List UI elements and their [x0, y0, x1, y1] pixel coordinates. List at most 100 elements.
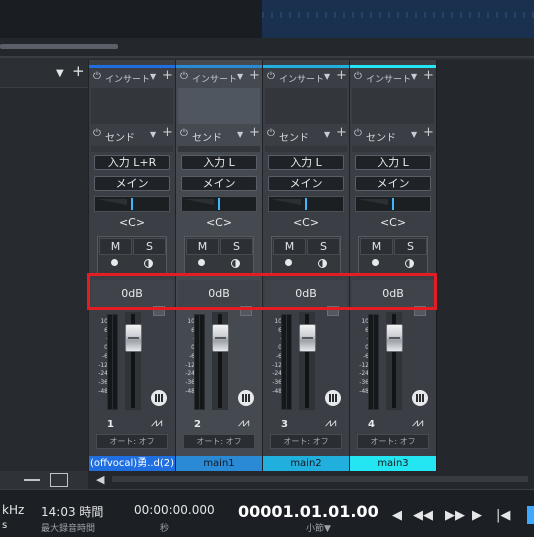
waveform-icon[interactable]: ⩘⩘ [238, 416, 249, 430]
output-selector[interactable]: メイン [355, 176, 431, 191]
send-slot-area[interactable] [178, 146, 260, 152]
record-arm-icon[interactable] [372, 259, 379, 266]
return-to-start-icon[interactable]: |◀ [496, 508, 510, 523]
send-label[interactable]: センド [192, 129, 222, 144]
plus-icon[interactable]: + [162, 68, 173, 83]
volume-fader[interactable] [386, 324, 403, 352]
mute-button[interactable]: M [99, 238, 132, 255]
channel-strip[interactable]: ⏻ インサート ▼ + ⏻ センド ▼ + 入力 L メイン <C> M S 0… [262, 60, 349, 471]
channel-editor-icon[interactable] [325, 390, 341, 406]
channel-editor-icon[interactable] [151, 390, 167, 406]
plus-icon[interactable]: + [249, 68, 260, 83]
plus-icon[interactable]: + [249, 125, 260, 140]
waveform-icon[interactable]: ⩘⩘ [151, 416, 162, 430]
fast-forward-icon[interactable]: ▶▶ [445, 508, 465, 523]
send-label[interactable]: センド [279, 129, 309, 144]
power-icon[interactable]: ⏻ [93, 71, 101, 82]
insert-slot-area[interactable] [91, 88, 173, 124]
monitor-icon[interactable] [318, 259, 327, 268]
mixer-scrollbar[interactable]: ◀ [88, 471, 534, 489]
loop-indicator[interactable] [527, 506, 534, 524]
channel-name[interactable]: main3 [350, 456, 436, 471]
chevron-down-icon[interactable]: ▼ [411, 72, 417, 81]
seconds-display[interactable]: 00:00:00.000 [134, 503, 215, 517]
input-selector[interactable]: 入力 L+R [94, 155, 170, 170]
input-selector[interactable]: 入力 L [268, 155, 344, 170]
solo-button[interactable]: S [133, 238, 166, 255]
pan-slider[interactable] [181, 196, 257, 212]
channel-editor-icon[interactable] [412, 390, 428, 406]
send-slot-area[interactable] [265, 146, 347, 152]
power-icon[interactable]: ⏻ [93, 128, 101, 139]
power-icon[interactable]: ⏻ [180, 128, 188, 139]
play-back-icon[interactable]: ◀ [392, 508, 402, 523]
channel-name[interactable]: (offvocal)勇..d(2) [89, 456, 175, 471]
monitor-icon[interactable] [405, 259, 414, 268]
insert-slot-area[interactable] [352, 88, 434, 124]
insert-label[interactable]: インサート [279, 72, 324, 85]
input-selector[interactable]: 入力 L [355, 155, 431, 170]
power-icon[interactable]: ⏻ [354, 71, 362, 82]
automation-mode[interactable]: オート: オフ [96, 434, 168, 449]
chevron-down-icon[interactable]: ▼ [324, 72, 330, 81]
power-icon[interactable]: ⏻ [267, 128, 275, 139]
pan-slider[interactable] [94, 196, 170, 212]
waveform-icon[interactable]: ⩘⩘ [412, 416, 423, 430]
channel-strip[interactable]: ⏻ インサート ▼ + ⏻ センド ▼ + 入力 L メイン <C> M S 0… [175, 60, 262, 471]
power-icon[interactable]: ⏻ [180, 71, 188, 82]
power-icon[interactable]: ⏻ [354, 128, 362, 139]
plus-icon[interactable]: + [423, 68, 434, 83]
plus-icon[interactable]: + [336, 68, 347, 83]
forward-icon[interactable]: ▶ [472, 508, 482, 523]
channel-editor-icon[interactable] [238, 390, 254, 406]
plus-icon[interactable]: + [423, 125, 434, 140]
chevron-down-icon[interactable]: ▼ [324, 130, 330, 139]
volume-fader[interactable] [125, 324, 142, 352]
solo-button[interactable]: S [307, 238, 340, 255]
volume-fader[interactable] [299, 324, 316, 352]
audio-clip[interactable] [262, 0, 534, 38]
rewind-icon[interactable]: ◀◀ [413, 508, 433, 523]
solo-button[interactable]: S [394, 238, 427, 255]
channel-name[interactable]: main2 [263, 456, 349, 471]
insert-label[interactable]: インサート [192, 72, 237, 85]
record-arm-icon[interactable] [198, 259, 205, 266]
plus-icon[interactable]: + [162, 125, 173, 140]
automation-mode[interactable]: オート: オフ [183, 434, 255, 449]
send-label[interactable]: センド [366, 129, 396, 144]
maximize-icon[interactable] [50, 473, 68, 487]
plus-icon[interactable]: + [336, 125, 347, 140]
divider[interactable] [0, 56, 534, 58]
solo-button[interactable]: S [220, 238, 253, 255]
volume-fader[interactable] [212, 324, 229, 352]
scroll-left-icon[interactable]: ◀ [96, 473, 104, 486]
chevron-down-icon[interactable]: ▼ [150, 130, 156, 139]
insert-label[interactable]: インサート [366, 72, 411, 85]
channel-name[interactable]: main1 [176, 456, 262, 471]
pan-slider[interactable] [355, 196, 431, 212]
bars-display[interactable]: 00001.01.01.00 [238, 502, 379, 521]
mute-button[interactable]: M [186, 238, 219, 255]
input-selector[interactable]: 入力 L [181, 155, 257, 170]
monitor-icon[interactable] [144, 259, 153, 268]
chevron-down-icon[interactable]: ▼ [237, 72, 243, 81]
send-label[interactable]: センド [105, 129, 135, 144]
send-slot-area[interactable] [352, 146, 434, 152]
output-selector[interactable]: メイン [181, 176, 257, 191]
scrollbar-track[interactable] [112, 476, 528, 482]
record-arm-icon[interactable] [285, 259, 292, 266]
channel-strip[interactable]: ⏻ インサート ▼ + ⏻ センド ▼ + 入力 L メイン <C> M S 0… [349, 60, 436, 471]
minimize-icon[interactable] [24, 479, 40, 481]
channel-strip[interactable]: ⏻ インサート ▼ + ⏻ センド ▼ + 入力 L+R メイン <C> M S… [88, 60, 175, 471]
send-slot-area[interactable] [91, 146, 173, 152]
output-selector[interactable]: メイン [94, 176, 170, 191]
output-selector[interactable]: メイン [268, 176, 344, 191]
monitor-icon[interactable] [231, 259, 240, 268]
arrangement-scrollbar[interactable] [0, 44, 118, 49]
mute-button[interactable]: M [273, 238, 306, 255]
waveform-icon[interactable]: ⩘⩘ [325, 416, 336, 430]
chevron-down-icon[interactable]: ▼ [411, 130, 417, 139]
chevron-down-icon[interactable]: ▼ [237, 130, 243, 139]
chevron-down-icon[interactable]: ▼ [56, 68, 64, 79]
pan-slider[interactable] [268, 196, 344, 212]
